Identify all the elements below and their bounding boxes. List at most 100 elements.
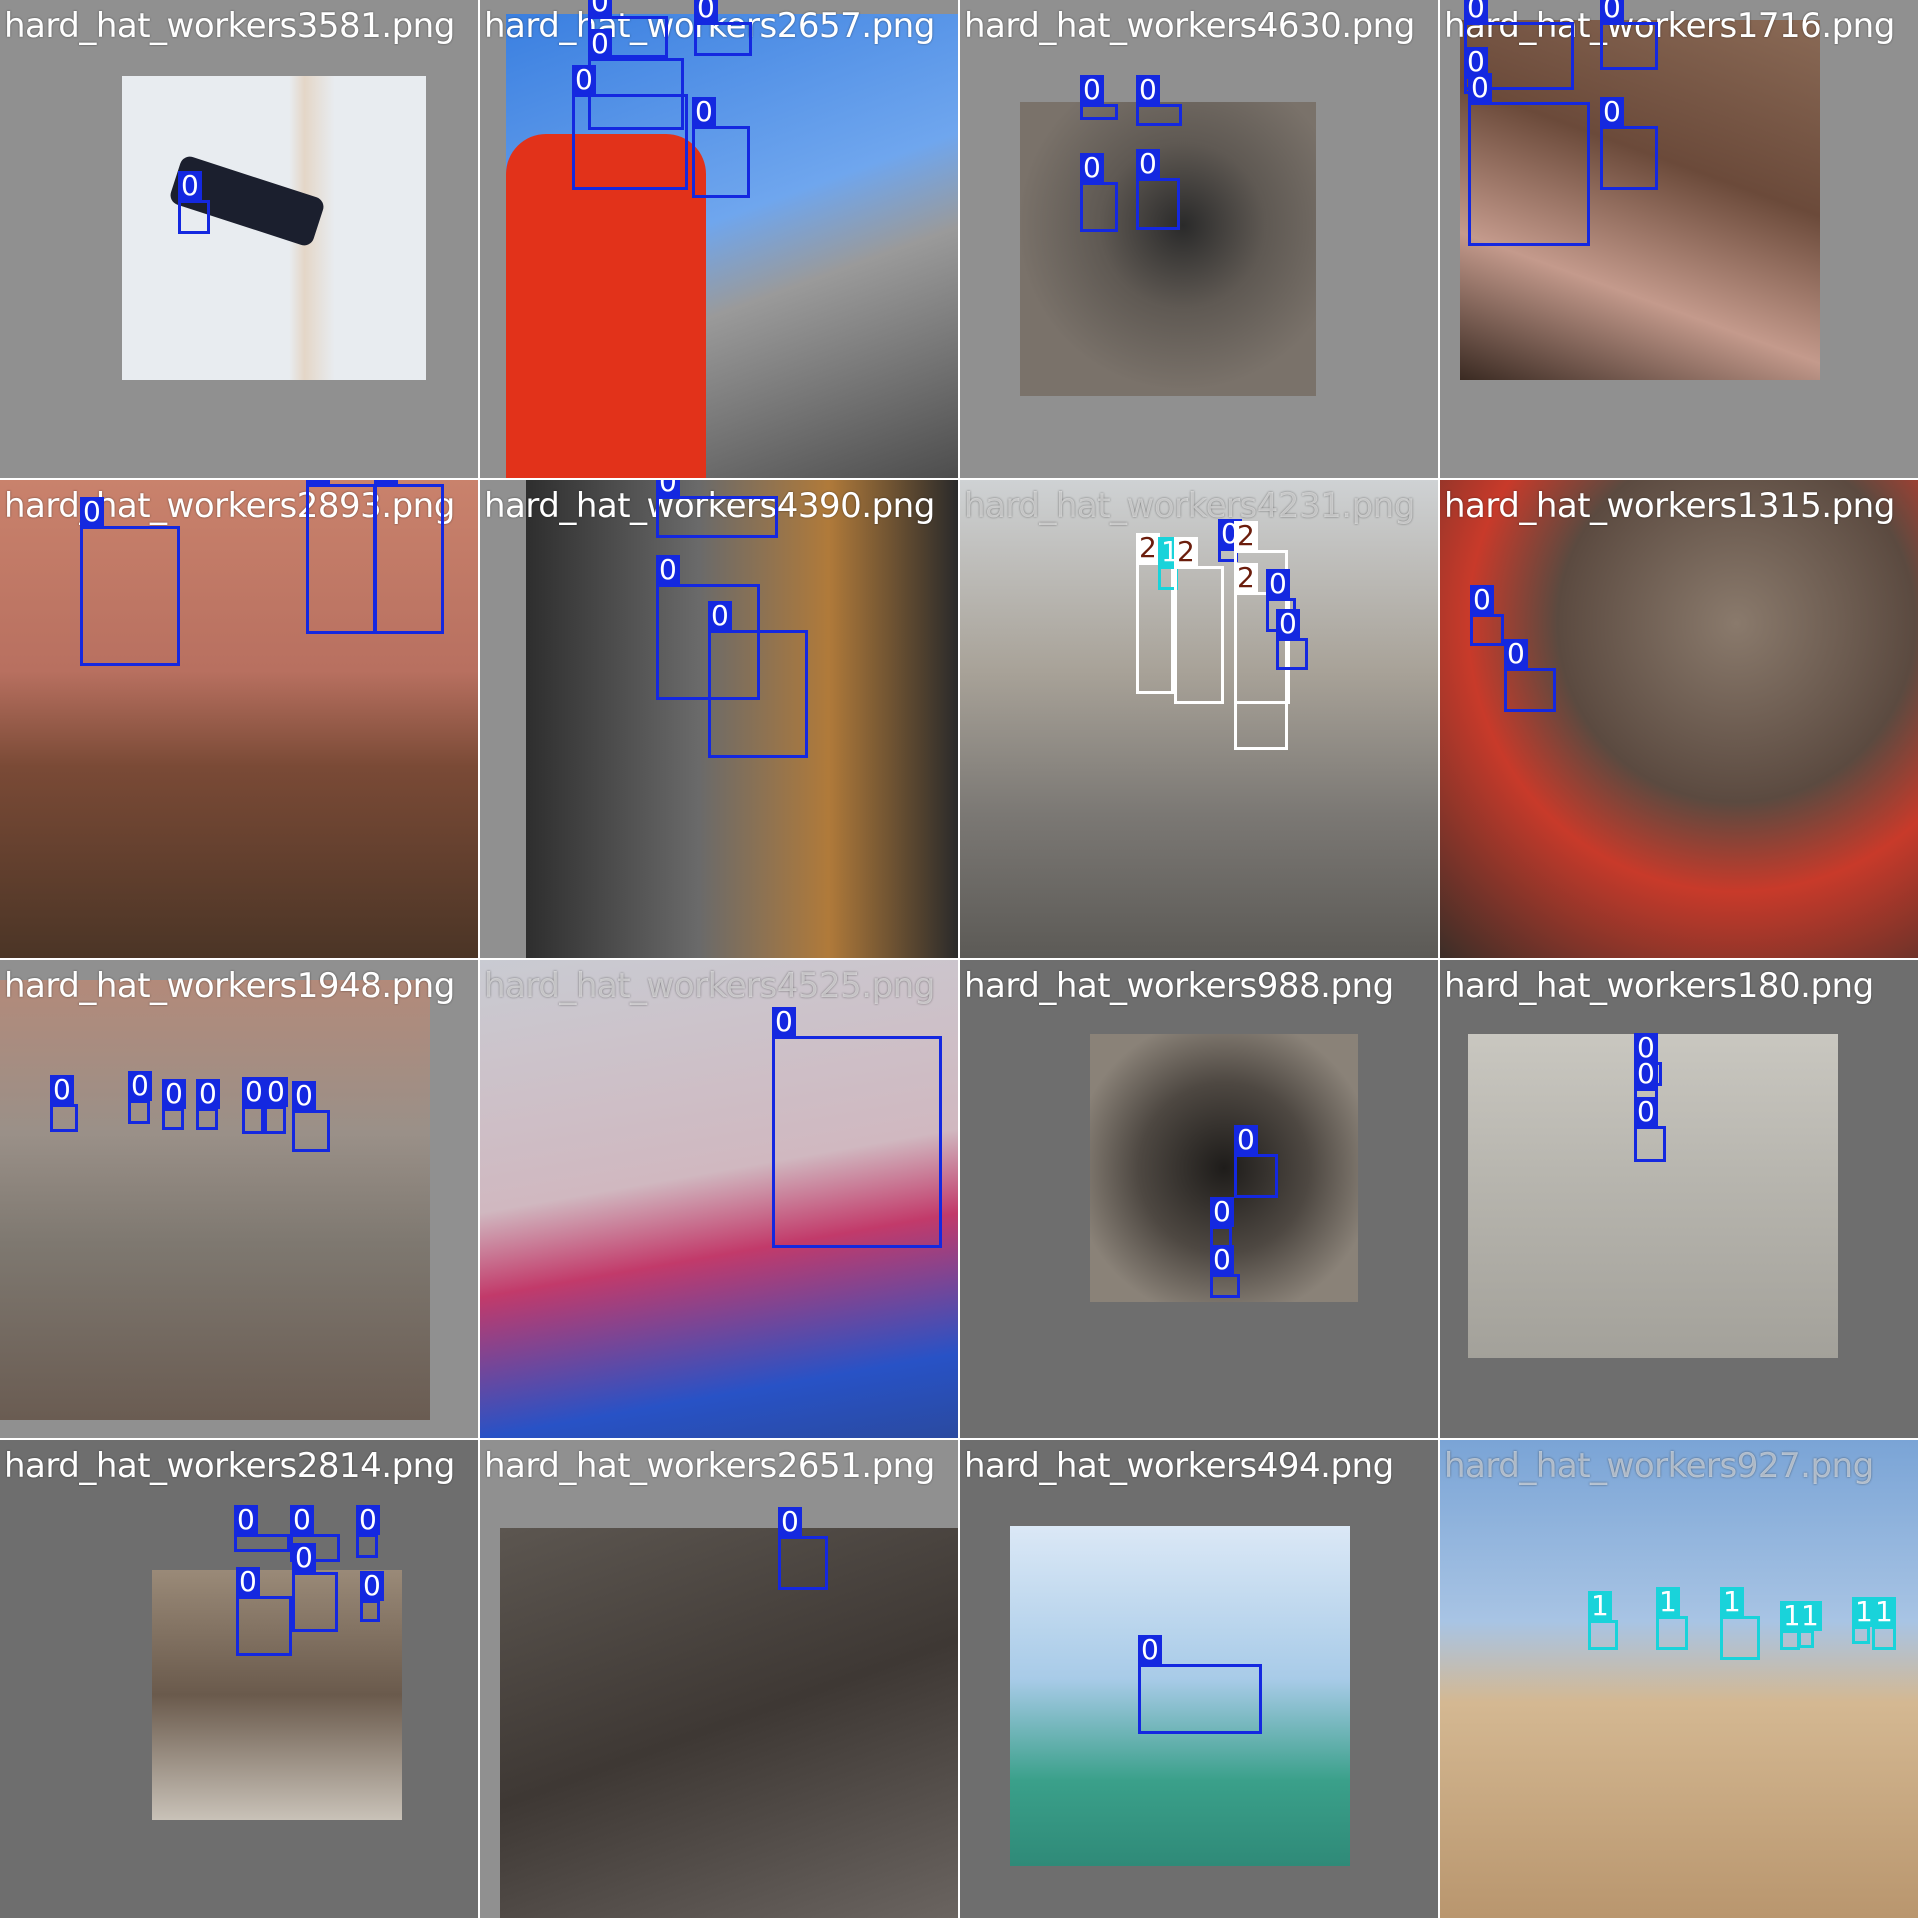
bbox-label: 2 [1234,521,1258,551]
bbox-label: 0 [1276,609,1300,639]
bbox-label: 0 [1266,569,1290,599]
tile-9[interactable]: hard_hat_workers4525.png 0 [480,960,960,1440]
tile-4[interactable]: hard_hat_workers2893.png 0 0 0 [0,480,480,960]
tile-11[interactable]: hard_hat_workers180.png 0 0 0 [1440,960,1920,1440]
bbox: 2 [1174,537,1224,704]
photo [960,480,1438,958]
bbox-label: 0 [692,97,716,127]
bbox: 0 [360,1571,384,1622]
bbox-label: 0 [196,1079,220,1109]
bbox-label: 0 [1464,0,1488,23]
tile-10[interactable]: hard_hat_workers988.png 0 0 0 [960,960,1440,1440]
bbox: 0 [1080,153,1118,232]
bbox-label: 0 [1210,1197,1234,1227]
filename: hard_hat_workers4630.png [964,6,1415,46]
filename: hard_hat_workers494.png [964,1446,1394,1486]
bbox: 0 [692,97,750,198]
photo [0,980,430,1420]
bbox: 0 [374,480,444,634]
tile-5[interactable]: hard_hat_workers4390.png 0 0 0 [480,480,960,960]
bbox: 0 [236,1567,292,1656]
bbox: 0 [50,1075,78,1132]
bbox: 0 [292,1543,338,1632]
tile-15[interactable]: hard_hat_workers927.png 1 1 1 1 1 1 1 [1440,1440,1920,1920]
bbox-label: 0 [588,29,612,59]
filename: hard_hat_workers988.png [964,966,1394,1006]
bbox: 0 [1080,75,1118,120]
bbox-label: 0 [772,1007,796,1037]
bbox-label: 0 [1470,585,1494,615]
bbox: 1 [1852,1597,1876,1644]
bbox-label: 0 [1138,1635,1162,1665]
bbox-label: 0 [80,497,104,527]
bbox: 0 [128,1071,152,1124]
tile-13[interactable]: hard_hat_workers2651.png 0 [480,1440,960,1920]
bbox: 0 [1234,1125,1278,1198]
tile-3[interactable]: hard_hat_workers1716.png 0 0 0 0 0 [1440,0,1920,480]
filename: hard_hat_workers4525.png [484,966,935,1006]
bbox-label: 0 [360,1571,384,1601]
bbox: 0 [242,1077,266,1134]
bbox-label: 0 [1136,149,1160,179]
filename: hard_hat_workers2651.png [484,1446,935,1486]
bbox: 0 [1136,149,1180,230]
bbox: 1 [1720,1587,1760,1660]
bbox-label: 2 [1174,537,1198,567]
bbox-label: 0 [694,0,718,23]
tile-2[interactable]: hard_hat_workers4630.png 0 0 0 0 [960,0,1440,480]
bbox: 0 [306,480,376,634]
bbox-label: 0 [178,171,202,201]
bbox: 0 [1276,609,1308,670]
bbox-label: 0 [1234,1125,1258,1155]
bbox: 0 [1138,1635,1262,1734]
bbox-label: 0 [1136,75,1160,105]
tile-8[interactable]: hard_hat_workers1948.png 0 0 0 0 0 0 0 [0,960,480,1440]
bbox-label: 2 [1136,533,1160,563]
bbox-label: 0 [292,1081,316,1111]
tile-12[interactable]: hard_hat_workers2814.png 0 0 0 0 0 0 [0,1440,480,1920]
bbox-label: 1 [1656,1587,1680,1617]
filename: hard_hat_workers2814.png [4,1446,455,1486]
bbox-label: 0 [242,1077,266,1107]
mosaic-grid: hard_hat_workers3581.png 0 hard_hat_work… [0,0,1920,1920]
bbox: 0 [772,1007,942,1248]
tile-0[interactable]: hard_hat_workers3581.png 0 [0,0,480,480]
bbox-label: 0 [234,1505,258,1535]
filename: hard_hat_workers4231.png [964,486,1415,526]
bbox: 0 [196,1079,220,1130]
bbox-label: 0 [236,1567,260,1597]
bbox-label: 0 [778,1507,802,1537]
bbox-label: 0 [1600,0,1624,23]
bbox-label: 0 [306,480,330,485]
bbox: 0 [356,1505,380,1558]
filename: hard_hat_workers927.png [1444,1446,1874,1486]
bbox: 0 [1136,75,1182,126]
bbox-label: 0 [588,0,612,17]
bbox-label: 0 [292,1543,316,1573]
bbox: 0 [1600,97,1658,190]
bbox-label: 0 [1080,153,1104,183]
bbox-label: 0 [656,555,680,585]
photo [500,1528,958,1918]
photo [122,76,426,380]
bbox-label: 0 [1210,1245,1234,1275]
bbox-label: 1 [1588,1591,1612,1621]
bbox: 1 [1656,1587,1688,1650]
bbox-label: 1 [1798,1601,1822,1631]
tile-14[interactable]: hard_hat_workers494.png 0 [960,1440,1440,1920]
photo [1020,102,1316,396]
bbox-label: 0 [1468,73,1492,103]
tile-7[interactable]: hard_hat_workers1315.png 0 0 [1440,480,1920,960]
bbox-label: 0 [374,480,398,485]
bbox-label: 0 [1080,75,1104,105]
bbox-label: 0 [290,1505,314,1535]
bbox: 1 [1872,1597,1896,1650]
tile-1[interactable]: hard_hat_workers2657.png 0 0 0 0 0 [480,0,960,480]
bbox: 0 [694,0,752,56]
photo [1440,480,1918,958]
bbox-label: 2 [1234,563,1258,593]
bbox: 0 [234,1505,290,1552]
tile-6[interactable]: hard_hat_workers4231.png 2 1 2 0 2 2 0 0 [960,480,1440,960]
bbox-label: 0 [128,1071,152,1101]
bbox: 0 [1470,585,1504,646]
